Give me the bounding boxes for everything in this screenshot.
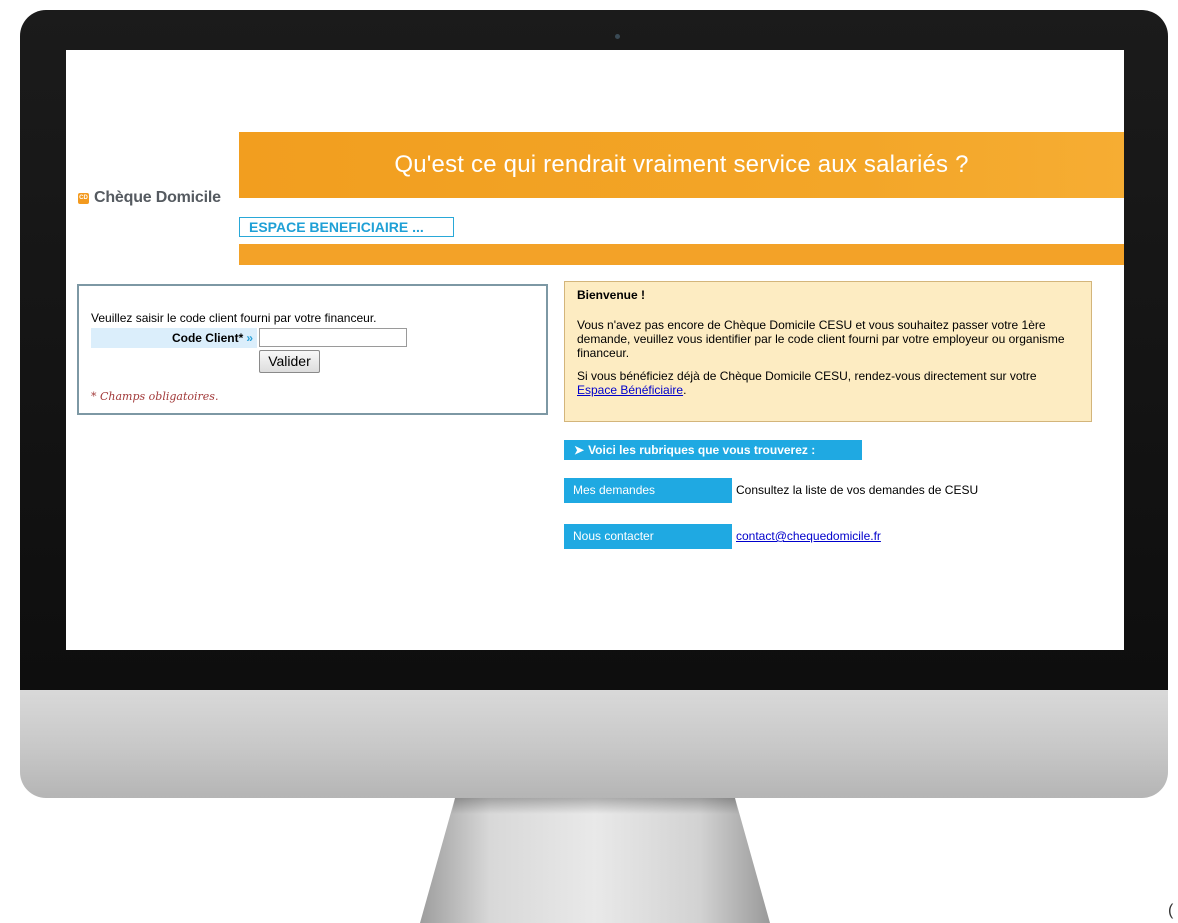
code-client-label: Code Client*»	[91, 328, 257, 348]
welcome-paragraph-2-end: .	[683, 383, 687, 397]
header-bottom-stripe	[239, 244, 1124, 265]
logo-text: Chèque Domicile	[94, 189, 221, 206]
login-instruction: Veuillez saisir le code client fourni pa…	[91, 311, 377, 325]
monitor-chin	[20, 690, 1168, 798]
rubrique-nous-contacter[interactable]: Nous contacter	[564, 524, 732, 549]
chevron-right-icon: »	[246, 331, 253, 345]
logo-icon: CD	[78, 192, 89, 204]
logo[interactable]: CD Chèque Domicile	[78, 187, 221, 209]
code-client-input[interactable]	[259, 328, 407, 347]
valider-button[interactable]: Valider	[259, 350, 320, 373]
login-form: Veuillez saisir le code client fourni pa…	[77, 284, 548, 415]
camera-dot	[615, 34, 620, 39]
welcome-paragraph-2-text: Si vous bénéficiez déjà de Chèque Domici…	[577, 369, 1037, 383]
welcome-title: Bienvenue !	[577, 288, 646, 302]
rubrique-mes-demandes[interactable]: Mes demandes	[564, 478, 732, 503]
corner-glyph: (	[1168, 902, 1174, 919]
header-banner: Qu'est ce qui rendrait vraiment service …	[239, 132, 1124, 198]
welcome-paragraph-2: Si vous bénéficiez déjà de Chèque Domici…	[577, 369, 1079, 397]
contact-email-link[interactable]: contact@chequedomicile.fr	[736, 524, 881, 549]
tab-espace-beneficiaire[interactable]: ESPACE BENEFICIAIRE ...	[239, 217, 454, 237]
espace-beneficiaire-link[interactable]: Espace Bénéficiaire	[577, 383, 683, 397]
welcome-paragraph-1: Vous n'avez pas encore de Chèque Domicil…	[577, 318, 1065, 360]
welcome-panel: Bienvenue ! Vous n'avez pas encore de Ch…	[564, 281, 1092, 422]
rubriques-header-text: Voici les rubriques que vous trouverez :	[588, 443, 816, 457]
browser-screen: Qu'est ce qui rendrait vraiment service …	[66, 50, 1124, 650]
arrow-right-icon: ➤	[574, 443, 585, 457]
rubriques-header: ➤ Voici les rubriques que vous trouverez …	[564, 440, 862, 460]
banner-title: Qu'est ce qui rendrait vraiment service …	[394, 151, 969, 178]
rubrique-mes-demandes-description: Consultez la liste de vos demandes de CE…	[736, 483, 979, 497]
code-client-label-text: Code Client*	[171, 331, 244, 345]
required-fields-note: * Champs obligatoires.	[91, 390, 219, 403]
stand-shadow	[451, 798, 739, 814]
monitor-stand	[420, 798, 770, 923]
